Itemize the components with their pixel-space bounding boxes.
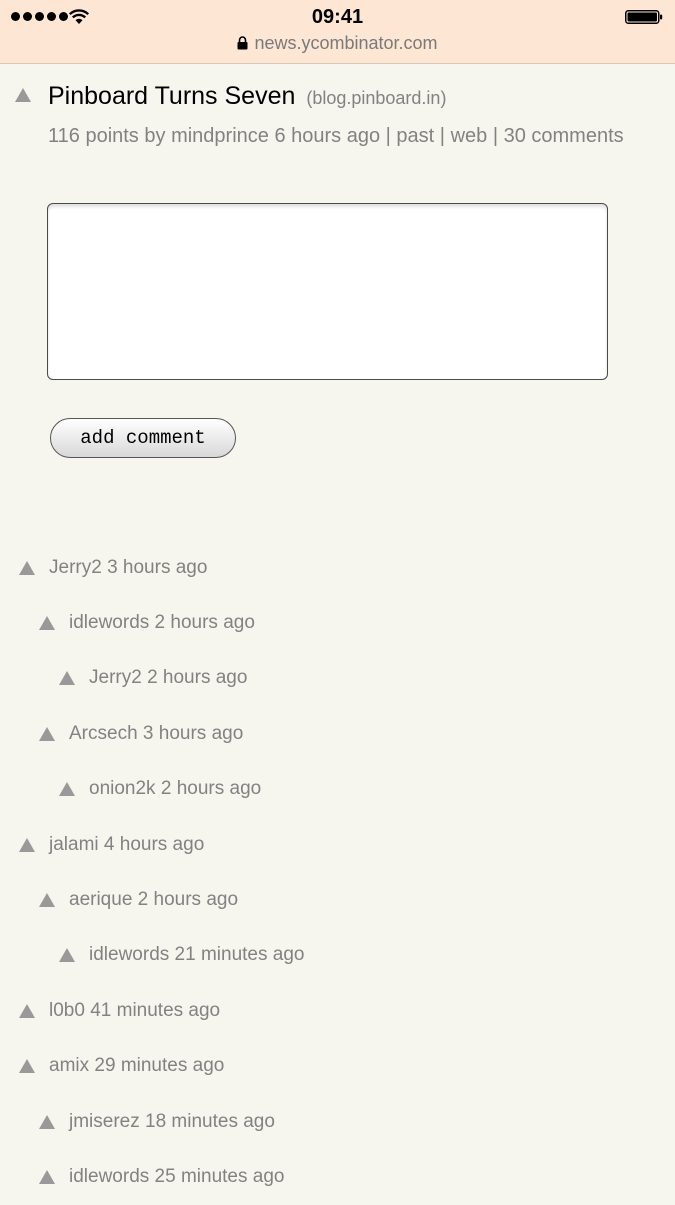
upvote-icon[interactable] bbox=[39, 616, 55, 631]
by-label: by bbox=[144, 125, 166, 147]
comment-age-link[interactable]: 29 minutes ago bbox=[94, 1055, 224, 1077]
upvote-icon[interactable] bbox=[19, 1059, 35, 1074]
comment-user-link[interactable]: onion2k bbox=[89, 778, 156, 800]
story-author-link[interactable]: mindprince bbox=[171, 125, 269, 147]
story-domain[interactable]: (blog.pinboard.in) bbox=[306, 88, 446, 108]
comment-user-link[interactable]: jmiserez bbox=[69, 1111, 140, 1133]
upvote-icon[interactable] bbox=[39, 893, 55, 908]
comment-textarea[interactable] bbox=[47, 203, 608, 380]
comment-user-link[interactable]: jalami bbox=[49, 834, 99, 856]
browser-status-bar: 09:41 news.ycombinator.com bbox=[0, 0, 675, 64]
comment-age-link[interactable]: 4 hours ago bbox=[104, 834, 204, 856]
comment-row: amix 29 minutes ago bbox=[0, 1039, 675, 1094]
comment-user-link[interactable]: amix bbox=[49, 1055, 89, 1077]
comment-user-link[interactable]: idlewords bbox=[89, 944, 169, 966]
web-link[interactable]: web bbox=[451, 125, 488, 147]
comment-age-link[interactable]: 3 hours ago bbox=[143, 723, 243, 745]
comment-user-link[interactable]: idlewords bbox=[69, 1166, 149, 1188]
past-link[interactable]: past bbox=[396, 125, 434, 147]
comment-age-link[interactable]: 3 hours ago bbox=[107, 557, 207, 579]
comment-row: idlewords 25 minutes ago bbox=[0, 1149, 675, 1204]
comment-row: aerique 2 hours ago bbox=[0, 872, 675, 927]
comment-age-link[interactable]: 2 hours ago bbox=[138, 889, 238, 911]
upvote-icon[interactable] bbox=[15, 88, 31, 102]
comment-user-link[interactable]: l0b0 bbox=[49, 1000, 85, 1022]
story-title-row: Pinboard Turns Seven (blog.pinboard.in) bbox=[48, 82, 648, 111]
upvote-icon[interactable] bbox=[39, 1114, 55, 1129]
separator: | bbox=[492, 125, 499, 147]
battery-icon bbox=[625, 10, 663, 24]
story-points: 116 points bbox=[48, 125, 139, 147]
upvote-icon[interactable] bbox=[39, 726, 55, 741]
comment-row: Jerry2 3 hours ago bbox=[0, 540, 675, 595]
story-age-link[interactable]: 6 hours ago bbox=[274, 125, 380, 147]
comment-row: Jerry2 2 hours ago bbox=[0, 651, 675, 706]
comment-row: idlewords 2 hours ago bbox=[0, 595, 675, 650]
separator: | bbox=[439, 125, 445, 147]
story-subtext: 116 points by mindprince 6 hours ago | p… bbox=[48, 123, 638, 149]
comment-user-link[interactable]: Arcsech bbox=[69, 723, 138, 745]
comment-row: jalami 4 hours ago bbox=[0, 817, 675, 872]
comment-row: jmiserez 18 minutes ago bbox=[0, 1094, 675, 1149]
upvote-icon[interactable] bbox=[19, 1003, 35, 1018]
upvote-icon[interactable] bbox=[59, 671, 75, 686]
comment-age-link[interactable]: 2 hours ago bbox=[147, 667, 247, 689]
separator: | bbox=[385, 125, 391, 147]
lock-icon bbox=[237, 36, 248, 50]
status-time: 09:41 bbox=[311, 6, 364, 28]
url-text: news.ycombinator.com bbox=[254, 33, 438, 53]
comment-user-link[interactable]: Jerry2 bbox=[49, 557, 102, 579]
comment-row: idlewords 21 minutes ago bbox=[0, 928, 675, 983]
add-comment-button[interactable]: add comment bbox=[50, 418, 236, 458]
comment-list: Jerry2 3 hours ago idlewords 2 hours ago… bbox=[0, 540, 675, 1205]
story-title[interactable]: Pinboard Turns Seven bbox=[48, 82, 295, 110]
comment-age-link[interactable]: 21 minutes ago bbox=[175, 944, 305, 966]
upvote-icon[interactable] bbox=[19, 837, 35, 852]
comment-age-link[interactable]: 2 hours ago bbox=[155, 612, 255, 634]
comments-link[interactable]: 30 comments bbox=[504, 125, 624, 147]
comment-age-link[interactable]: 18 minutes ago bbox=[145, 1111, 275, 1133]
comment-row: onion2k 2 hours ago bbox=[0, 762, 675, 817]
comment-user-link[interactable]: idlewords bbox=[69, 612, 149, 634]
comment-row: Arcsech 3 hours ago bbox=[0, 706, 675, 761]
upvote-icon[interactable] bbox=[19, 560, 35, 575]
upvote-icon[interactable] bbox=[59, 782, 75, 797]
comment-user-link[interactable]: aerique bbox=[69, 889, 132, 911]
comment-user-link[interactable]: Jerry2 bbox=[89, 667, 142, 689]
comment-row: l0b0 41 minutes ago bbox=[0, 983, 675, 1038]
upvote-icon[interactable] bbox=[59, 948, 75, 963]
comment-age-link[interactable]: 25 minutes ago bbox=[155, 1166, 285, 1188]
comment-age-link[interactable]: 2 hours ago bbox=[161, 778, 261, 800]
address-bar[interactable]: news.ycombinator.com bbox=[0, 33, 675, 54]
comment-age-link[interactable]: 41 minutes ago bbox=[90, 1000, 220, 1022]
upvote-icon[interactable] bbox=[39, 1169, 55, 1184]
